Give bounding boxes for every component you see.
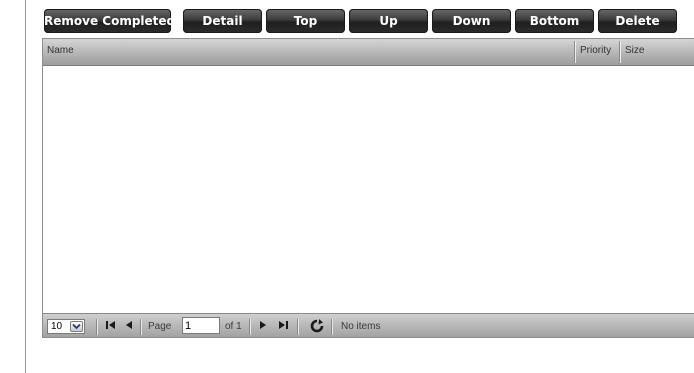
top-button[interactable]: Top [266,9,345,33]
last-page-icon[interactable] [276,319,290,335]
chevron-down-icon[interactable] [70,321,83,332]
reload-icon[interactable] [309,319,325,335]
column-header-priority[interactable]: Priority [576,39,621,65]
page-number-input[interactable] [182,317,220,334]
up-button[interactable]: Up [349,9,428,33]
pager-separator [140,319,142,335]
pager-separator [297,319,299,335]
column-header-size[interactable]: Size [621,39,694,65]
table-header: Name Priority Size [43,39,694,66]
previous-page-icon[interactable] [123,319,135,335]
table-body [43,66,694,313]
remove-completed-button[interactable]: Remove Completed [44,9,175,33]
first-page-icon[interactable] [104,319,118,335]
page-count-label: of 1 [225,321,242,332]
rows-per-page-value: 10 [51,321,63,332]
pager-separator [331,319,333,335]
frame-border-left [25,0,26,373]
rows-per-page-select[interactable]: 10 [47,319,85,334]
toolbar: Remove Completed Detail Top Up Down Bott… [44,9,694,34]
status-text: No items [341,321,381,332]
page-label: Page [148,321,172,332]
pagination-bar: 10 Page of 1 [43,313,694,337]
pager-separator [96,319,98,335]
column-header-name[interactable]: Name [43,39,574,65]
next-page-icon[interactable] [257,319,269,335]
pager-separator [249,319,251,335]
detail-button[interactable]: Detail [183,9,262,33]
download-queue-table: Name Priority Size 10 Page of 1 [42,38,694,338]
bottom-button[interactable]: Bottom [515,9,594,33]
delete-button[interactable]: Delete [598,9,677,33]
down-button[interactable]: Down [432,9,511,33]
